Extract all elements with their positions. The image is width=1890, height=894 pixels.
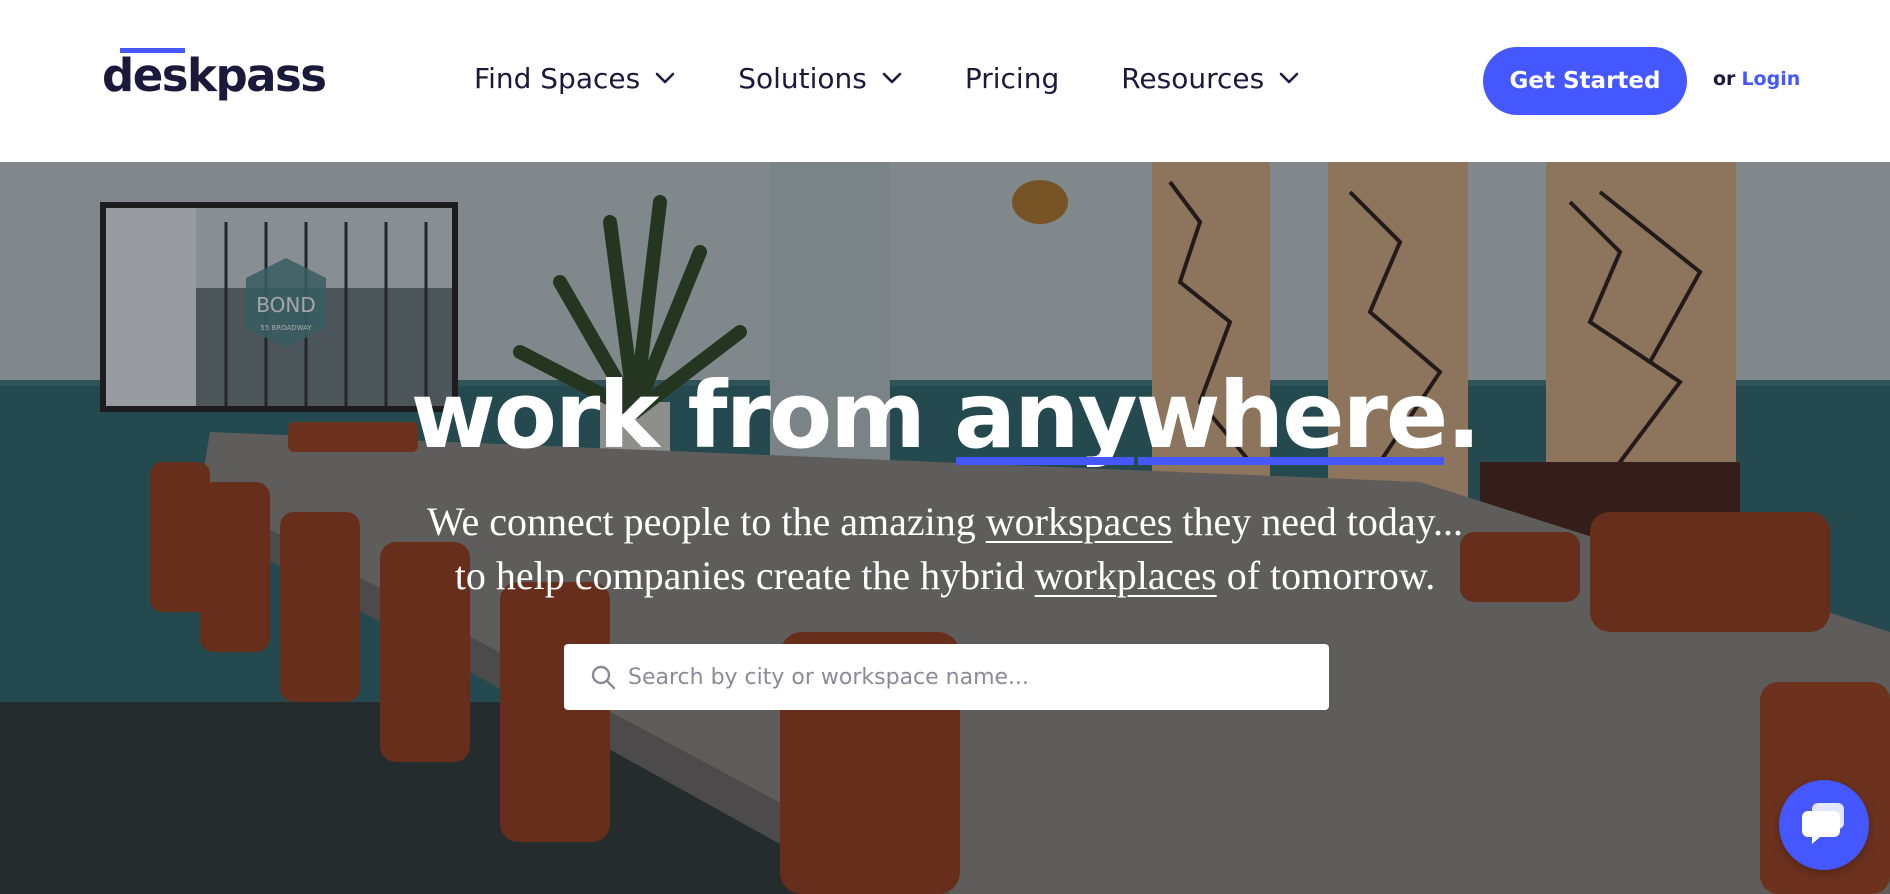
search-box[interactable] <box>564 644 1329 710</box>
headline-emphasis-where: where <box>1135 362 1449 469</box>
chevron-down-icon <box>881 67 903 89</box>
hero-section: BOND 55 BROADWAY work from anywhere. We … <box>0 162 1890 894</box>
nav-item-label: Resources <box>1121 61 1265 95</box>
search-icon <box>590 664 616 690</box>
chat-icon <box>1800 801 1848 849</box>
chevron-down-icon <box>654 67 676 89</box>
login-area: or Login <box>1713 68 1800 90</box>
nav-item-find-spaces[interactable]: Find Spaces <box>474 62 676 95</box>
main-nav: Find Spaces Solutions Pricing Resources <box>474 56 1300 100</box>
nav-item-label: Find Spaces <box>474 61 641 95</box>
nav-item-label: Pricing <box>964 61 1060 95</box>
nav-item-resources[interactable]: Resources <box>1121 62 1300 95</box>
chat-button[interactable] <box>1779 780 1869 870</box>
search-input[interactable] <box>628 657 1308 697</box>
workspaces-link[interactable]: workspaces <box>986 499 1173 544</box>
subline-text: We connect people to the amazing <box>426 499 986 544</box>
headline-period: . <box>1446 362 1481 469</box>
nav-item-label: Solutions <box>738 61 867 95</box>
logo-text: deskpass <box>102 49 327 102</box>
hero-subline-1: We connect people to the amazing workspa… <box>0 498 1890 545</box>
headline-emphasis-any: any <box>954 362 1138 469</box>
nav-item-solutions[interactable]: Solutions <box>738 62 903 95</box>
login-link[interactable]: Login <box>1741 68 1800 90</box>
site-header: deskpass Find Spaces Solutions Pricing R… <box>0 0 1890 162</box>
hero-headline: work from anywhere. <box>0 362 1890 469</box>
chevron-down-icon <box>1278 67 1300 89</box>
hero-subline-2: to help companies create the hybrid work… <box>0 552 1890 599</box>
get-started-button[interactable]: Get Started <box>1483 47 1687 115</box>
subline-text: to help companies create the hybrid <box>454 553 1035 598</box>
workplaces-link[interactable]: workplaces <box>1035 553 1217 598</box>
login-prefix: or <box>1713 68 1736 90</box>
headline-text: work from <box>410 362 955 469</box>
nav-item-pricing[interactable]: Pricing <box>965 62 1059 95</box>
subline-text: of tomorrow. <box>1216 553 1436 598</box>
subline-text: they need today... <box>1172 499 1464 544</box>
